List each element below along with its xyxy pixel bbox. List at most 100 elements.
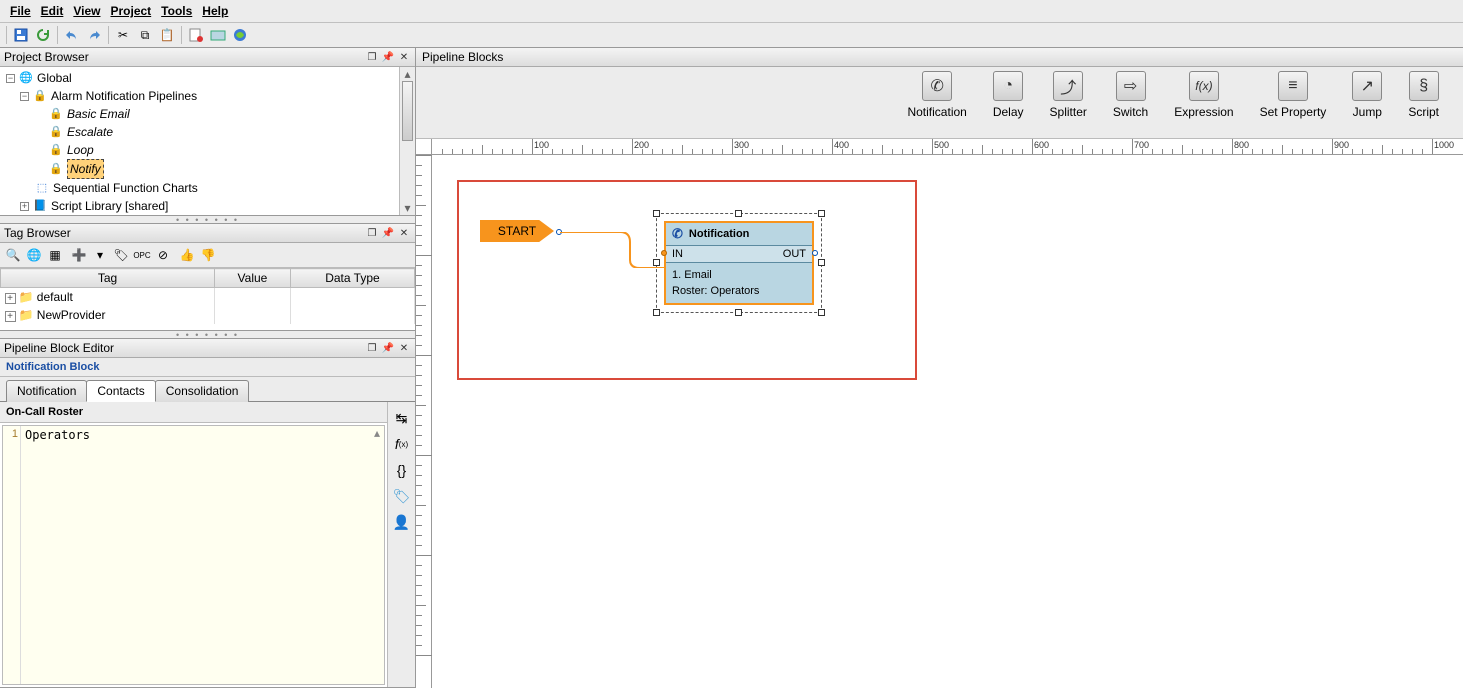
copy-icon[interactable]: ⧉: [135, 25, 155, 45]
col-tag[interactable]: Tag: [1, 269, 215, 288]
menu-help[interactable]: Help: [198, 2, 232, 20]
pipeline-blocks-title: Pipeline Blocks: [422, 50, 1457, 64]
disable-icon[interactable]: ⊘: [154, 246, 172, 264]
tree-item-loop[interactable]: 🔒Loop: [34, 141, 415, 159]
tree-pipelines[interactable]: − 🔒 Alarm Notification Pipelines: [20, 87, 415, 105]
indent-icon[interactable]: ↹: [392, 408, 412, 428]
jump-icon: ↗: [1352, 71, 1382, 101]
tree-item-notify[interactable]: 🔒Notify: [34, 159, 415, 179]
menu-bar: File Edit View Project Tools Help: [0, 0, 1463, 23]
panel-close-icon[interactable]: ✕: [397, 50, 411, 64]
tag-table[interactable]: Tag Value Data Type +📁 default +📁 NewPro…: [0, 268, 415, 324]
tree-item-escalate[interactable]: 🔒Escalate: [34, 123, 415, 141]
block-jump-button[interactable]: ↗ Jump: [1352, 71, 1382, 134]
panel-restore-icon[interactable]: ❐: [365, 226, 379, 240]
notification-block[interactable]: ✆ Notification IN OUT 1. Email Roster: O…: [664, 221, 814, 305]
tool-icon-2[interactable]: [208, 25, 228, 45]
globe-icon[interactable]: 🌐: [25, 246, 43, 264]
panel-pin-icon[interactable]: 📌: [381, 226, 395, 240]
tab-contacts[interactable]: Contacts: [86, 380, 155, 402]
scrollbar[interactable]: ▴: [370, 426, 384, 684]
block-notification-button[interactable]: ✆Notification: [907, 71, 966, 134]
refresh-icon[interactable]: [33, 25, 53, 45]
roster-code-text[interactable]: Operators: [21, 426, 370, 684]
project-browser-tree[interactable]: − 🌐 Global − 🔒 Alarm Notification Pipeli…: [0, 67, 415, 215]
panel-restore-icon[interactable]: ❐: [365, 50, 379, 64]
left-column: Project Browser ❐ 📌 ✕ − 🌐 Global: [0, 48, 416, 688]
block-switch-button[interactable]: ⇨Switch: [1113, 71, 1148, 134]
col-datatype[interactable]: Data Type: [290, 269, 414, 288]
panel-resizer[interactable]: • • • • • • •: [0, 216, 415, 223]
save-icon[interactable]: [11, 25, 31, 45]
horizontal-ruler: 1002003004005006007008009001000: [432, 139, 1463, 155]
tag-browser-panel: Tag Browser ❐ 📌 ✕ 🔍 🌐 ▦ ➕ ▾ 🏷 OPC ⊘ 👍 👎: [0, 223, 415, 331]
tree-label: Loop: [67, 141, 94, 159]
selection-handles[interactable]: [656, 213, 822, 313]
block-editor-title: Pipeline Block Editor: [4, 341, 363, 355]
tag-row-default[interactable]: +📁 default: [1, 288, 415, 307]
pipeline-block-editor-panel: Pipeline Block Editor ❐ 📌 ✕ Notification…: [0, 338, 415, 688]
cut-icon[interactable]: ✂: [113, 25, 133, 45]
redo-icon[interactable]: [84, 25, 104, 45]
tree-label: Alarm Notification Pipelines: [51, 87, 197, 105]
tree-label: Global: [37, 69, 72, 87]
dropdown-icon[interactable]: ▾: [91, 246, 109, 264]
menu-file[interactable]: File: [6, 2, 35, 20]
notification-icon: ✆: [922, 71, 952, 101]
grid-icon[interactable]: ▦: [46, 246, 64, 264]
script-icon: §: [1409, 71, 1439, 101]
tool-icon-3[interactable]: [230, 25, 250, 45]
panel-close-icon[interactable]: ✕: [397, 226, 411, 240]
block-delay-button[interactable]: ◔Delay: [993, 71, 1024, 134]
start-block[interactable]: START: [480, 220, 554, 242]
tree-root-global[interactable]: − 🌐 Global: [6, 69, 415, 87]
col-value[interactable]: Value: [215, 269, 291, 288]
block-expression-button[interactable]: f(x)Expression: [1174, 71, 1233, 134]
roster-editor[interactable]: 1 Operators ▴: [2, 425, 385, 685]
block-script-button[interactable]: §Script: [1408, 71, 1439, 134]
menu-view[interactable]: View: [69, 2, 104, 20]
tag-icon[interactable]: 🏷: [112, 246, 130, 264]
find-icon[interactable]: 🔍: [4, 246, 22, 264]
tree-item-basic-email[interactable]: 🔒Basic Email: [34, 105, 415, 123]
menu-edit[interactable]: Edit: [37, 2, 68, 20]
block-editor-tabs: Notification Contacts Consolidation: [0, 377, 415, 402]
block-setproperty-button[interactable]: ≡Set Property: [1260, 71, 1327, 134]
tree-sfc[interactable]: ⬚Sequential Function Charts: [20, 179, 415, 197]
pipeline-blocks-panel: Pipeline Blocks ✆Notification ◔Delay ⤴Sp…: [416, 48, 1463, 688]
panel-resizer[interactable]: • • • • • • •: [0, 331, 415, 338]
tab-consolidation[interactable]: Consolidation: [155, 380, 250, 402]
menu-tools[interactable]: Tools: [157, 2, 196, 20]
fx-icon[interactable]: f(x): [392, 434, 412, 454]
project-browser-title: Project Browser: [4, 50, 363, 64]
undo-icon[interactable]: [62, 25, 82, 45]
tree-label: Basic Email: [67, 105, 130, 123]
paste-icon[interactable]: 📋: [157, 25, 177, 45]
line-number: 1: [3, 426, 21, 684]
menu-project[interactable]: Project: [106, 2, 155, 20]
opc-icon[interactable]: OPC: [133, 246, 151, 264]
tree-label-selected: Notify: [67, 159, 104, 179]
pipeline-canvas[interactable]: START ✆ Notification IN: [432, 155, 1463, 688]
add-tag-icon[interactable]: ➕: [70, 246, 88, 264]
braces-icon[interactable]: {}: [392, 460, 412, 480]
panel-pin-icon[interactable]: 📌: [381, 50, 395, 64]
block-label: Expression: [1174, 105, 1233, 119]
block-splitter-button[interactable]: ⤴Splitter: [1050, 71, 1087, 134]
panel-restore-icon[interactable]: ❐: [365, 341, 379, 355]
scrollbar[interactable]: ▴ ▾: [399, 67, 415, 215]
tool-icon-1[interactable]: [186, 25, 206, 45]
person-icon[interactable]: 👤: [392, 512, 412, 532]
block-label: Jump: [1353, 105, 1382, 119]
tree-scriptlib[interactable]: +📘Script Library [shared]: [20, 197, 415, 215]
thumbs-down-icon[interactable]: 👎: [199, 246, 217, 264]
start-output-port[interactable]: [556, 229, 562, 235]
editor-side-buttons: ↹ f(x) {} 🏷 👤: [387, 402, 415, 687]
panel-pin-icon[interactable]: 📌: [381, 341, 395, 355]
thumbs-up-icon[interactable]: 👍: [178, 246, 196, 264]
tab-notification[interactable]: Notification: [6, 380, 87, 402]
tag-icon[interactable]: 🏷: [392, 486, 412, 506]
tag-browser-title: Tag Browser: [4, 226, 363, 240]
tag-row-newprovider[interactable]: +📁 NewProvider: [1, 306, 415, 324]
panel-close-icon[interactable]: ✕: [397, 341, 411, 355]
